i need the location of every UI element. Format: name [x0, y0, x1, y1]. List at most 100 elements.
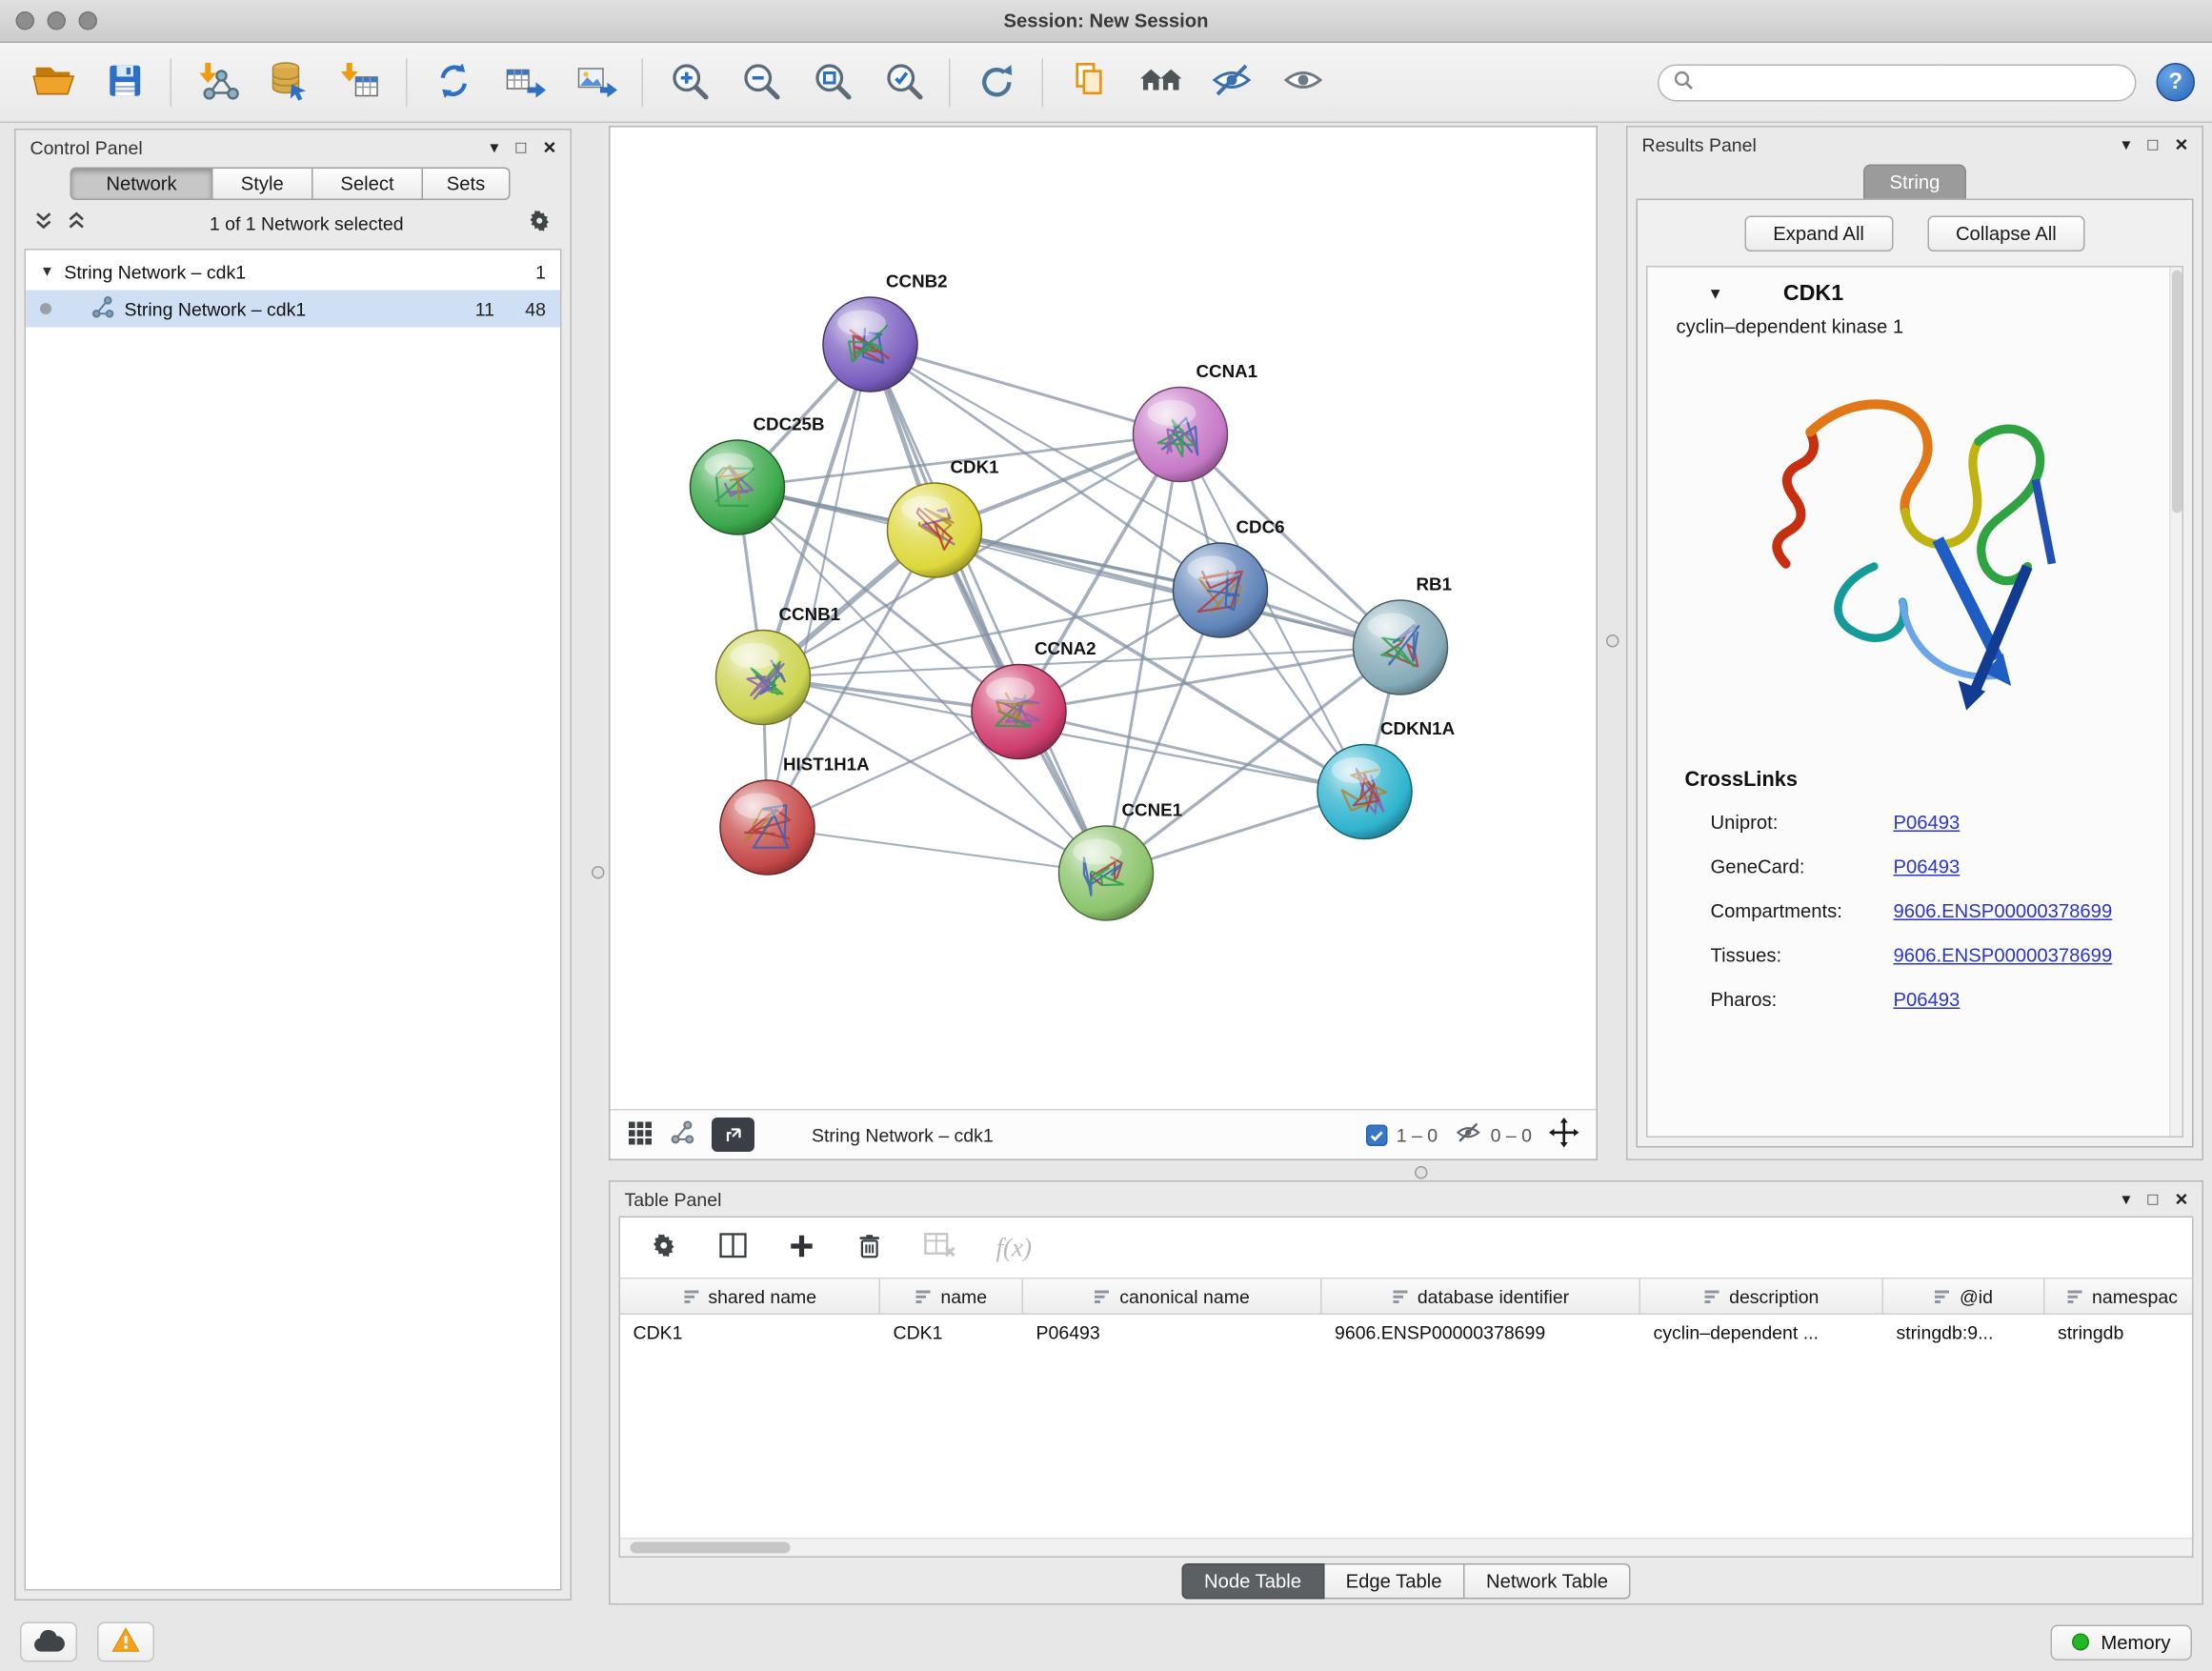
- panel-float-icon[interactable]: □: [2147, 136, 2158, 153]
- scrollbar-thumb[interactable]: [631, 1542, 791, 1554]
- network-node-RB1[interactable]: RB1: [1354, 574, 1453, 695]
- tree-expander-icon[interactable]: ▼: [40, 264, 54, 280]
- panel-float-icon[interactable]: □: [2147, 1191, 2158, 1208]
- panel-menu-icon[interactable]: ▾: [490, 139, 498, 156]
- warning-button[interactable]: [97, 1622, 154, 1662]
- hide-selected-button[interactable]: [1196, 50, 1268, 113]
- cell-canonical-name[interactable]: P06493: [1023, 1321, 1322, 1343]
- cell-name[interactable]: CDK1: [880, 1321, 1023, 1343]
- close-window-button[interactable]: [16, 11, 35, 30]
- protein-header-row[interactable]: ▼ CDK1: [1648, 268, 2182, 316]
- collapse-all-button[interactable]: Collapse All: [1927, 216, 2085, 252]
- network-row[interactable]: String Network – cdk1 11 48: [26, 291, 560, 328]
- crosslink-uniprot[interactable]: P06493: [1894, 812, 1961, 834]
- cell-description[interactable]: cyclin–dependent ...: [1640, 1321, 1883, 1343]
- tab-edge-table[interactable]: Edge Table: [1324, 1563, 1464, 1600]
- crosslink-compartments[interactable]: 9606.ENSP00000378699: [1894, 900, 2113, 922]
- panel-float-icon[interactable]: □: [515, 139, 526, 156]
- panel-close-icon[interactable]: ×: [2175, 133, 2187, 155]
- column-header-shared-name[interactable]: shared name: [620, 1279, 880, 1314]
- homes-button[interactable]: [1125, 50, 1196, 113]
- search-input[interactable]: [1702, 71, 2122, 93]
- delete-column-icon[interactable]: [855, 1230, 885, 1266]
- hidden-eye-slash-icon[interactable]: [1455, 1120, 1482, 1149]
- column-header-canonical-name[interactable]: canonical name: [1023, 1279, 1322, 1314]
- splitter-handle[interactable]: [592, 866, 605, 879]
- tab-network-table[interactable]: Network Table: [1465, 1563, 1631, 1600]
- cell-namespace[interactable]: stringdb: [2045, 1321, 2193, 1343]
- tab-select[interactable]: Select: [313, 168, 424, 201]
- panel-close-icon[interactable]: ×: [543, 136, 555, 158]
- open-session-button[interactable]: [17, 50, 89, 113]
- copy-document-button[interactable]: [1054, 50, 1125, 113]
- tab-string[interactable]: String: [1864, 165, 1966, 199]
- tab-network[interactable]: Network: [70, 168, 213, 201]
- memory-button[interactable]: Memory: [2051, 1624, 2192, 1661]
- network-node-CCNB2[interactable]: CCNB2: [823, 272, 948, 393]
- grid-view-icon[interactable]: [628, 1119, 654, 1150]
- zoom-in-button[interactable]: [654, 50, 725, 113]
- collapse-arrow-icon[interactable]: ▼: [1708, 286, 1723, 303]
- panel-close-icon[interactable]: ×: [2175, 1188, 2187, 1210]
- cell-id[interactable]: stringdb:9...: [1883, 1321, 2045, 1343]
- network-edge[interactable]: [768, 828, 1107, 874]
- results-scrollbar[interactable]: [2169, 268, 2182, 1137]
- zoom-window-button[interactable]: [79, 11, 98, 30]
- column-header-name[interactable]: name: [880, 1279, 1023, 1314]
- column-header-description[interactable]: description: [1640, 1279, 1883, 1314]
- crosslink-genecard[interactable]: P06493: [1894, 856, 1961, 878]
- column-header-id[interactable]: @id: [1883, 1279, 2045, 1314]
- gear-icon[interactable]: [526, 208, 553, 239]
- network-node-HIST1H1A[interactable]: HIST1H1A: [720, 755, 870, 876]
- toolbar-search[interactable]: [1658, 64, 2137, 101]
- import-network-database-button[interactable]: [253, 50, 325, 113]
- network-edge[interactable]: [871, 345, 1181, 435]
- network-node-CCNA1[interactable]: CCNA1: [1134, 361, 1258, 482]
- network-canvas[interactable]: CCNB2CCNA1CDC25BCDK1CDC6RB1CCNB1CCNA2CDK…: [611, 128, 1597, 1110]
- network-edge[interactable]: [935, 531, 1400, 648]
- tab-sets[interactable]: Sets: [423, 168, 511, 201]
- network-node-CDC25B[interactable]: CDC25B: [691, 414, 825, 534]
- expand-all-button[interactable]: Expand All: [1744, 216, 1893, 252]
- table-gear-icon[interactable]: [649, 1231, 679, 1265]
- network-edge[interactable]: [1019, 712, 1365, 792]
- zoom-fit-button[interactable]: [796, 50, 868, 113]
- network-edge[interactable]: [763, 677, 1365, 792]
- minimize-window-button[interactable]: [48, 11, 67, 30]
- pan-crosshair-icon[interactable]: [1549, 1117, 1579, 1152]
- import-network-file-button[interactable]: [182, 50, 253, 113]
- new-network-button[interactable]: [417, 50, 489, 113]
- zoom-out-button[interactable]: [725, 50, 796, 113]
- table-row[interactable]: CDK1 CDK1 P06493 9606.ENSP00000378699 cy…: [620, 1315, 2192, 1349]
- show-all-button[interactable]: [1268, 50, 1339, 113]
- network-node-CCNB1[interactable]: CCNB1: [716, 604, 841, 725]
- column-header-database-identifier[interactable]: database identifier: [1322, 1279, 1641, 1314]
- cloud-button[interactable]: [20, 1622, 77, 1662]
- help-button[interactable]: ?: [2157, 63, 2196, 102]
- add-column-icon[interactable]: [788, 1231, 816, 1264]
- network-collection-row[interactable]: ▼ String Network – cdk1 1: [26, 253, 560, 291]
- birdseye-icon[interactable]: [671, 1120, 695, 1149]
- export-image-button[interactable]: [560, 50, 632, 113]
- collapse-all-icon[interactable]: [33, 211, 55, 236]
- export-network-button[interactable]: [489, 50, 560, 113]
- zoom-selected-button[interactable]: [868, 50, 939, 113]
- crosslink-pharos[interactable]: P06493: [1894, 989, 1961, 1011]
- save-session-button[interactable]: [89, 50, 160, 113]
- table-horizontal-scrollbar[interactable]: [620, 1539, 2192, 1558]
- panel-menu-icon[interactable]: ▾: [2122, 136, 2130, 153]
- apply-layout-button[interactable]: [960, 50, 1032, 113]
- network-node-CDC6[interactable]: CDC6: [1174, 517, 1285, 638]
- network-node-CDKN1A[interactable]: CDKN1A: [1317, 718, 1456, 839]
- column-header-namespace[interactable]: namespac: [2045, 1279, 2193, 1314]
- splitter-handle[interactable]: [1415, 1166, 1428, 1179]
- selected-checkbox-icon[interactable]: [1366, 1124, 1388, 1146]
- expand-all-icon[interactable]: [66, 211, 88, 236]
- panel-menu-icon[interactable]: ▾: [2122, 1191, 2130, 1208]
- network-edge[interactable]: [871, 345, 1107, 874]
- cell-shared-name[interactable]: CDK1: [620, 1321, 880, 1343]
- cell-database-identifier[interactable]: 9606.ENSP00000378699: [1322, 1321, 1641, 1343]
- import-table-button[interactable]: [325, 50, 396, 113]
- network-node-CCNA2[interactable]: CCNA2: [972, 638, 1096, 759]
- splitter-handle[interactable]: [1606, 634, 1619, 648]
